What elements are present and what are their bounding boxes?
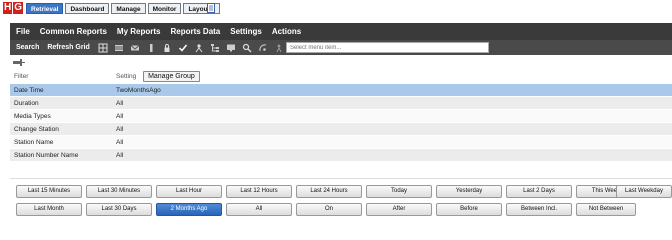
- filter-setting: TwoMonthsAgo: [116, 86, 161, 94]
- not-between-button[interactable]: Not Between: [576, 203, 636, 216]
- tab-monitor[interactable]: Monitor: [147, 3, 182, 14]
- tab-dashboard[interactable]: Dashboard: [65, 3, 110, 14]
- filter-name: Station Number Name: [14, 151, 79, 159]
- filter-table: Filter Setting Manage Group Date Time Tw…: [10, 70, 672, 162]
- after-button[interactable]: After: [366, 203, 432, 216]
- filter-name: Media Types: [14, 112, 51, 120]
- search-button[interactable]: Search: [16, 44, 39, 51]
- toolbar: Search Refresh Grid: [10, 40, 672, 55]
- quick-range-panel: Last 15 Minutes Last 30 Minutes Last Hou…: [10, 178, 672, 222]
- filter-setting: All: [116, 138, 124, 146]
- today-button[interactable]: Today: [366, 185, 432, 198]
- filter-column-header: Filter: [14, 73, 29, 80]
- logo-letter-g: G: [13, 2, 24, 14]
- envelope-icon[interactable]: [130, 43, 140, 53]
- table-row[interactable]: Station Number Name All: [10, 149, 672, 162]
- menu-settings[interactable]: Settings: [230, 27, 262, 36]
- menu-common-reports[interactable]: Common Reports: [40, 27, 107, 36]
- last-15-minutes-button[interactable]: Last 15 Minutes: [16, 185, 82, 198]
- last-12-hours-button[interactable]: Last 12 Hours: [226, 185, 292, 198]
- table-row[interactable]: Change Station All: [10, 123, 672, 136]
- grid-icon[interactable]: [98, 43, 108, 53]
- app-logo: H G: [3, 2, 24, 14]
- between-incl-button[interactable]: Between Incl.: [506, 203, 572, 216]
- before-button[interactable]: Before: [436, 203, 502, 216]
- filter-name: Change Station: [14, 125, 59, 133]
- filter-setting: All: [116, 112, 124, 120]
- table-icon[interactable]: [114, 43, 124, 53]
- person-icon[interactable]: [194, 43, 204, 53]
- menu-bar: File Common Reports My Reports Reports D…: [10, 23, 672, 40]
- monitor-icon[interactable]: [226, 43, 236, 53]
- refresh-grid-button[interactable]: Refresh Grid: [47, 44, 89, 51]
- last-month-button[interactable]: Last Month: [16, 203, 82, 216]
- filter-table-header: Filter Setting Manage Group: [10, 70, 672, 84]
- on-button[interactable]: On: [296, 203, 362, 216]
- menu-reports-data[interactable]: Reports Data: [170, 27, 220, 36]
- filter-setting: All: [116, 151, 124, 159]
- last-30-days-button[interactable]: Last 30 Days: [86, 203, 152, 216]
- column-icon[interactable]: [146, 43, 156, 53]
- setting-column-label: Setting: [116, 73, 137, 80]
- menu-actions[interactable]: Actions: [272, 27, 301, 36]
- last-30-minutes-button[interactable]: Last 30 Minutes: [86, 185, 152, 198]
- table-row[interactable]: Date Time TwoMonthsAgo: [10, 84, 672, 97]
- check-icon[interactable]: [178, 43, 188, 53]
- filter-name: Station Name: [14, 138, 54, 146]
- tab-manage[interactable]: Manage: [111, 3, 146, 14]
- last-weekday-button[interactable]: Last Weekday: [616, 185, 672, 198]
- menu-search-input[interactable]: [286, 42, 489, 53]
- tree-icon[interactable]: [210, 43, 220, 53]
- filter-setting: All: [116, 99, 124, 107]
- table-row[interactable]: Media Types All: [10, 110, 672, 123]
- top-bar: H G Retrieval Dashboard Manage Monitor L…: [0, 0, 672, 16]
- last-24-hours-button[interactable]: Last 24 Hours: [296, 185, 362, 198]
- lock-icon[interactable]: [162, 43, 172, 53]
- filter-name: Date Time: [14, 86, 44, 94]
- satellite-icon[interactable]: [258, 43, 268, 53]
- 2-months-ago-button[interactable]: 2 Months Ago: [156, 203, 222, 216]
- filter-name: Duration: [14, 99, 39, 107]
- yesterday-button[interactable]: Yesterday: [436, 185, 502, 198]
- menu-my-reports[interactable]: My Reports: [117, 27, 161, 36]
- last-2-days-button[interactable]: Last 2 Days: [506, 185, 572, 198]
- pin-icon[interactable]: [12, 58, 26, 67]
- all-button[interactable]: All: [226, 203, 292, 216]
- table-row[interactable]: Station Name All: [10, 136, 672, 149]
- filter-setting: All: [116, 125, 124, 133]
- tab-retrieval[interactable]: Retrieval: [26, 3, 64, 14]
- magnifier-icon[interactable]: [242, 43, 252, 53]
- logo-letter-h: H: [3, 2, 13, 14]
- document-icon[interactable]: [207, 3, 215, 13]
- setting-column-header: Setting Manage Group: [114, 71, 200, 82]
- last-hour-button[interactable]: Last Hour: [156, 185, 222, 198]
- top-tabs: Retrieval Dashboard Manage Monitor Layou…: [26, 3, 222, 14]
- table-row[interactable]: Duration All: [10, 97, 672, 110]
- menu-file[interactable]: File: [16, 27, 30, 36]
- person-plain-icon[interactable]: [274, 43, 284, 53]
- manage-group-button[interactable]: Manage Group: [143, 71, 200, 82]
